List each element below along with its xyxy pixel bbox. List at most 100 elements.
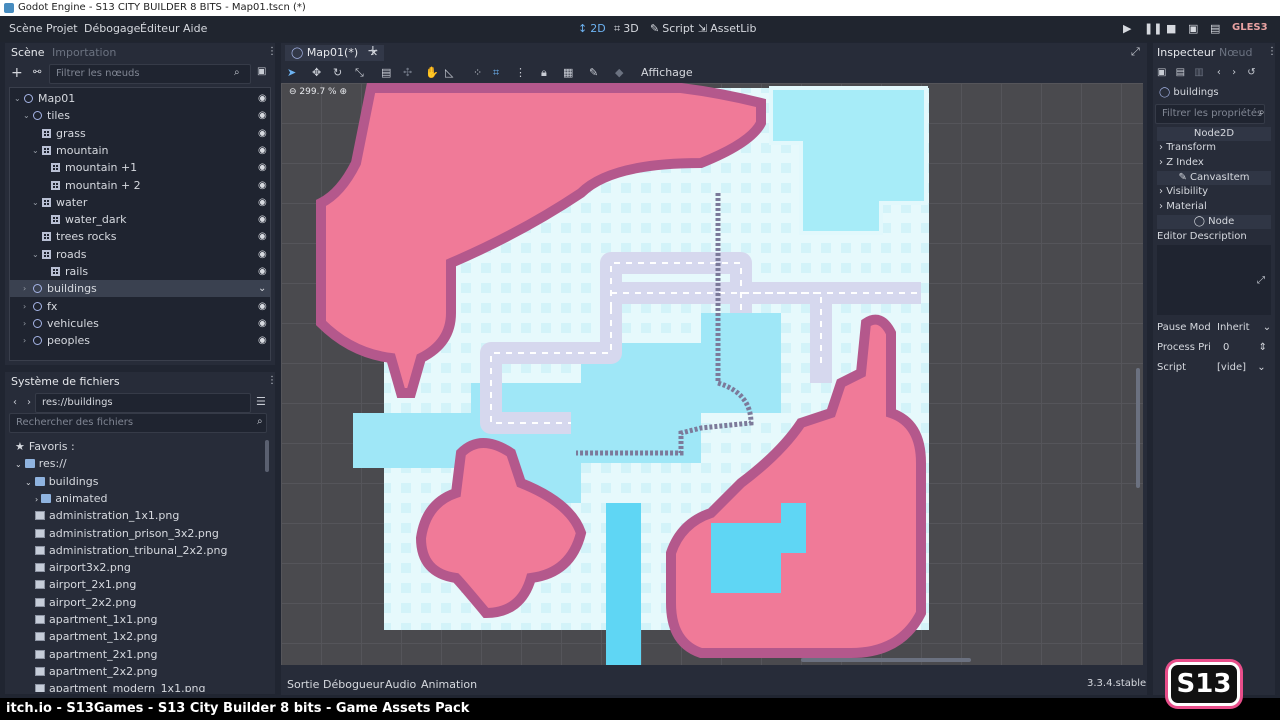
visibility-eye-icon[interactable]: ◉	[258, 90, 267, 107]
material-group[interactable]: › Material	[1159, 201, 1207, 212]
chevron-down-icon[interactable]: ⌄	[15, 460, 22, 469]
file-item[interactable]: airport_2x2.png	[35, 594, 136, 611]
file-item[interactable]: administration_1x1.png	[35, 507, 179, 524]
visibility-eye-icon[interactable]: ◉	[258, 125, 267, 142]
visibility-eye-icon[interactable]: ◉	[258, 246, 267, 263]
smart-snap-icon[interactable]: ⁘	[473, 66, 482, 79]
select-tool-icon[interactable]: ➤	[287, 66, 296, 79]
tab-inspector[interactable]: Inspecteur	[1157, 46, 1215, 59]
chevron-down-icon[interactable]: ⌄	[32, 142, 39, 159]
path-field[interactable]: res://buildings	[35, 393, 251, 413]
chevron-right-icon[interactable]: ›	[23, 315, 26, 332]
scene-node-row[interactable]: water_dark ◉	[10, 211, 270, 228]
visibility-eye-icon[interactable]: ◉	[258, 315, 267, 332]
save-resource-icon[interactable]: ▥	[1194, 67, 1203, 78]
history-back-icon[interactable]: ‹	[1217, 67, 1221, 78]
play-scene-icon[interactable]: ▣	[1188, 22, 1198, 35]
menu-help[interactable]: Aide	[183, 22, 207, 35]
scene-node-row[interactable]: mountain + 2 ◉	[10, 177, 270, 194]
mode-2d-button[interactable]: ↕ 2D	[578, 22, 606, 35]
script-attach-icon[interactable]: ▣	[257, 66, 266, 77]
renderer-badge[interactable]: GLES3	[1232, 22, 1268, 33]
mode-3d-button[interactable]: ⌗ 3D	[614, 22, 639, 36]
canvas-viewport[interactable]: ⊖ 299.7 % ⊕	[281, 83, 1143, 665]
viewport-hscrollbar[interactable]	[801, 658, 971, 662]
folder-item[interactable]: ⌄ res://	[15, 455, 67, 472]
grid-snap-icon[interactable]: ⌗	[493, 66, 499, 80]
menu-debug[interactable]: Débogage	[84, 22, 140, 35]
file-item[interactable]: administration_tribunal_2x2.png	[35, 542, 227, 559]
tab-debugger[interactable]: Débogueur	[323, 678, 384, 691]
visibility-eye-icon[interactable]: ◉	[258, 228, 267, 245]
mode-script-button[interactable]: ✎ Script	[650, 22, 694, 35]
viewport-vscrollbar[interactable]	[1136, 368, 1140, 488]
tab-audio[interactable]: Audio	[385, 678, 416, 691]
zoom-level[interactable]: 299.7 %	[299, 87, 336, 97]
expand-icon[interactable]: ⤢	[1257, 275, 1265, 286]
visibility-eye-icon[interactable]: ◉	[258, 142, 267, 159]
file-item[interactable]: apartment_1x1.png	[35, 611, 158, 628]
scene-node-row[interactable]: trees rocks ◉	[10, 228, 270, 245]
history-icon[interactable]: ↺	[1247, 67, 1255, 78]
chevron-right-icon[interactable]: ›	[23, 332, 26, 349]
file-item[interactable]: airport3x2.png	[35, 559, 131, 576]
file-item[interactable]: airport_2x1.png	[35, 576, 136, 593]
file-item[interactable]: apartment_2x1.png	[35, 646, 158, 663]
play-icon[interactable]: ▶	[1123, 22, 1131, 35]
menu-project[interactable]: Projet	[46, 22, 78, 35]
folder-item[interactable]: ⌄ buildings	[25, 473, 99, 490]
tab-import[interactable]: Importation	[52, 46, 116, 59]
pan-tool-icon[interactable]: ✋	[425, 66, 439, 79]
move-tool-icon[interactable]: ✥	[312, 66, 321, 79]
process-priority-stepper[interactable]: 0 ⇕	[1223, 342, 1267, 353]
new-resource-icon[interactable]: ▣	[1157, 67, 1166, 78]
file-item[interactable]: apartment_modern_1x1.png	[35, 680, 206, 692]
tab-scene[interactable]: Scène	[11, 46, 45, 59]
split-view-icon[interactable]: ☰	[256, 395, 266, 408]
group-icon[interactable]: ▦	[563, 66, 573, 79]
stepper-icon[interactable]: ⇕	[1259, 342, 1267, 353]
folder-item[interactable]: › animated	[35, 490, 108, 507]
mode-assetlib-button[interactable]: ⇲ AssetLib	[698, 22, 756, 35]
menu-scene[interactable]: Scène	[9, 22, 43, 35]
scene-node-row[interactable]: ⌄ roads ◉	[10, 246, 270, 263]
bone-icon[interactable]: ✎	[589, 66, 598, 79]
folder-item[interactable]: ★ Favoris :	[15, 438, 75, 455]
visibility-eye-icon[interactable]: ◉	[258, 194, 267, 211]
visibility-eye-icon[interactable]: ◉	[258, 332, 267, 349]
chevron-right-icon[interactable]: ›	[35, 495, 38, 504]
open-resource-icon[interactable]: ▤	[1176, 67, 1185, 78]
dock-menu-icon[interactable]: ⋮	[267, 46, 277, 57]
scene-node-row[interactable]: rails ◉	[10, 263, 270, 280]
ruler-tool-icon[interactable]: ◺	[445, 66, 453, 79]
editor-description-field[interactable]	[1157, 245, 1271, 315]
zoom-control[interactable]: ⊖ 299.7 % ⊕	[289, 87, 347, 97]
script-select[interactable]: [vide] ⌄	[1217, 362, 1266, 373]
file-item[interactable]: apartment_1x2.png	[35, 628, 158, 645]
dock-menu-icon[interactable]: ⋮	[267, 375, 277, 386]
scene-node-row[interactable]: grass ◉	[10, 125, 270, 142]
visibility-eye-icon[interactable]: ◉	[258, 263, 267, 280]
visibility-eye-icon[interactable]: ◉	[258, 177, 267, 194]
scene-node-row[interactable]: › fx ◉	[10, 298, 270, 315]
z-index-group[interactable]: › Z Index	[1159, 157, 1204, 168]
scene-node-row[interactable]: › peoples ◉	[10, 332, 270, 349]
link-icon[interactable]: ⚯	[33, 67, 41, 78]
chevron-down-icon[interactable]: ⌄	[32, 194, 39, 211]
pivot-icon[interactable]: ✣	[403, 66, 412, 79]
add-node-icon[interactable]: +	[11, 65, 23, 81]
scene-node-row[interactable]: › vehicules ◉	[10, 315, 270, 332]
visibility-eye-icon[interactable]: ◉	[258, 107, 267, 124]
chevron-down-icon[interactable]: ⌄	[25, 478, 32, 487]
tab-node[interactable]: Nœud	[1219, 46, 1252, 59]
scene-node-row[interactable]: mountain +1 ◉	[10, 159, 270, 176]
file-item[interactable]: apartment_2x2.png	[35, 663, 158, 680]
chevron-down-icon[interactable]: ⌄	[32, 246, 39, 263]
stop-icon[interactable]: ■	[1166, 22, 1176, 35]
snap-options-icon[interactable]: ⋮	[515, 66, 526, 79]
visibility-eye-icon[interactable]: ◉	[258, 159, 267, 176]
forward-icon[interactable]: ›	[27, 397, 31, 408]
pause-mode-select[interactable]: Inherit ⌄	[1217, 322, 1271, 333]
scene-node-row[interactable]: › buildings ⌄	[10, 280, 270, 298]
chevron-right-icon[interactable]: ›	[23, 280, 26, 297]
